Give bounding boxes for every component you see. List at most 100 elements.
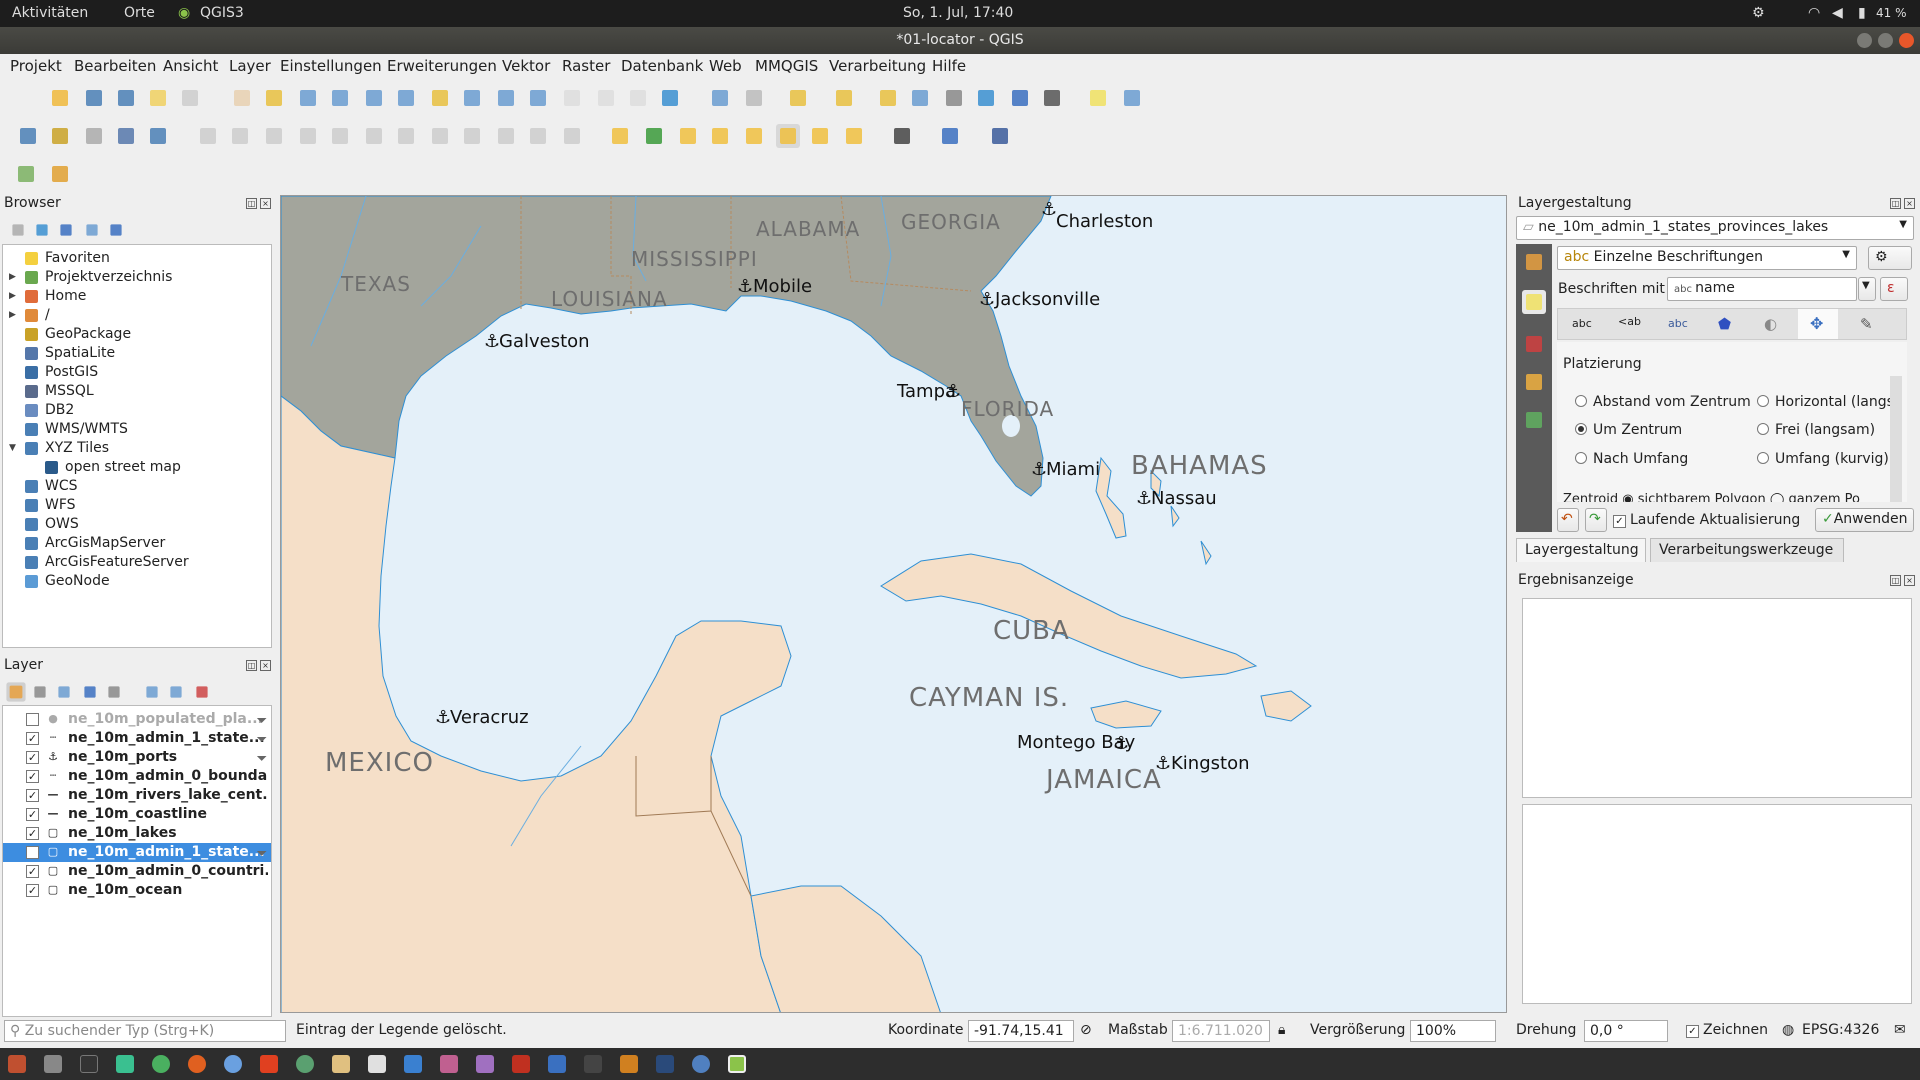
- lock-scale-icon[interactable]: 🔒︎: [1278, 1022, 1285, 1038]
- office-app-icon[interactable]: [368, 1055, 386, 1073]
- browser-item[interactable]: DB2: [3, 401, 271, 420]
- radio-around-center[interactable]: Um Zentrum: [1575, 422, 1682, 438]
- filter-icon[interactable]: ⏷: [257, 846, 267, 861]
- undo-style-button[interactable]: ↶: [1557, 508, 1579, 532]
- zoom-native-icon[interactable]: [362, 86, 386, 110]
- layer-visibility-checkbox[interactable]: ✓: [26, 827, 39, 840]
- archive-app-icon[interactable]: [332, 1055, 350, 1073]
- menu-projekt[interactable]: Projekt: [10, 57, 62, 75]
- chevron-right-icon[interactable]: ▶: [9, 291, 16, 301]
- toggle-editing-icon[interactable]: [228, 124, 252, 148]
- close-panel-icon[interactable]: ×: [260, 660, 271, 671]
- zoom-next-icon[interactable]: [526, 86, 550, 110]
- layer-row[interactable]: ✓ ▢ ne_10m_lakes: [3, 824, 271, 843]
- diagrams-tab-icon[interactable]: [1522, 370, 1546, 394]
- clock-app-icon[interactable]: [692, 1055, 710, 1073]
- filter-icon[interactable]: ⏷: [257, 732, 267, 747]
- osm-download-icon[interactable]: [890, 124, 914, 148]
- brave-app-icon[interactable]: [260, 1055, 278, 1073]
- filter-legend-icon[interactable]: [82, 684, 99, 701]
- select-features-icon[interactable]: [786, 86, 810, 110]
- background-tab-icon[interactable]: ⬟: [1718, 315, 1731, 333]
- buffer-tab[interactable]: abc: [1668, 317, 1688, 330]
- move-label-icon[interactable]: [776, 124, 800, 148]
- render-checkbox[interactable]: ✓ Zeichnen: [1686, 1022, 1768, 1038]
- layer-styling-icon[interactable]: [6, 682, 26, 702]
- select-by-value-icon[interactable]: [832, 86, 856, 110]
- layer-visibility-checkbox[interactable]: ✓: [26, 770, 39, 783]
- expression-button[interactable]: ε: [1880, 277, 1908, 301]
- zoom-out-icon[interactable]: [328, 86, 352, 110]
- browser-tree[interactable]: Favoriten ▶ Projektverzeichnis ▶ Home ▶ / GeoPa…: [2, 244, 272, 648]
- current-edits-icon[interactable]: [196, 124, 220, 148]
- copy-features-icon[interactable]: [460, 124, 484, 148]
- port-jacksonville[interactable]: ⚓ Jacksonville: [979, 289, 1100, 310]
- port-kingston[interactable]: ⚓ Kingston: [1155, 753, 1250, 774]
- save-project-icon[interactable]: [82, 86, 106, 110]
- float-panel-icon[interactable]: ◫: [1890, 198, 1901, 209]
- collapse-all-icon[interactable]: [84, 222, 101, 239]
- menu-hilfe[interactable]: Hilfe: [932, 57, 966, 75]
- globe-app-icon[interactable]: [296, 1055, 314, 1073]
- minimize-button[interactable]: [1857, 33, 1872, 48]
- port-veracruz[interactable]: ⚓Veracruz: [435, 707, 529, 728]
- tab-processing-toolbox[interactable]: Verarbeitungswerkzeuge: [1650, 538, 1844, 562]
- layer-select-combo[interactable]: ▱ ne_10m_admin_1_states_provinces_lakes ▼: [1516, 216, 1914, 240]
- clock[interactable]: So, 1. Jul, 17:40: [903, 5, 1013, 21]
- messages-icon[interactable]: ✉: [1894, 1022, 1906, 1038]
- browser-item[interactable]: ▶ Projektverzeichnis: [3, 268, 271, 287]
- chevron-right-icon[interactable]: ▶: [9, 272, 16, 282]
- map-canvas[interactable]: TEXAS LOUISIANA MISSISSIPPI ALABAMA GEOR…: [280, 195, 1507, 1013]
- labels-tab-icon[interactable]: [1522, 290, 1546, 314]
- port-montego-bay[interactable]: Montego Bay⚓: [1017, 732, 1136, 754]
- browser-item[interactable]: ArcGisMapServer: [3, 534, 271, 553]
- app-launcher-icon[interactable]: [8, 1055, 26, 1073]
- delete-selected-icon[interactable]: [394, 124, 418, 148]
- field-dropdown-button[interactable]: ▼: [1858, 277, 1876, 301]
- crs-button[interactable]: EPSG:4326: [1802, 1022, 1879, 1038]
- port-mobile[interactable]: ⚓ Mobile: [737, 276, 812, 297]
- float-panel-icon[interactable]: ◫: [246, 660, 257, 671]
- zoom-to-selection-icon[interactable]: [428, 86, 452, 110]
- menu-web[interactable]: Web: [709, 57, 742, 75]
- radio-perimeter-curved[interactable]: Umfang (kurvig): [1757, 451, 1889, 467]
- layer-row[interactable]: ✓ ▢ ne_10m_admin_1_state... ⏷: [3, 843, 271, 862]
- menu-verarbeitung[interactable]: Verarbeitung: [829, 57, 926, 75]
- scale-field[interactable]: 1:6.711.020: [1172, 1020, 1270, 1042]
- maximize-button[interactable]: [1878, 33, 1893, 48]
- word-app-icon[interactable]: [548, 1055, 566, 1073]
- add-selected-layers-icon[interactable]: [10, 222, 27, 239]
- new-bookmark-icon[interactable]: [594, 86, 618, 110]
- browser-item[interactable]: open street map: [3, 458, 271, 477]
- layer-row[interactable]: ✓ ⚓ ne_10m_ports ⏷: [3, 748, 271, 767]
- browser-item[interactable]: OWS: [3, 515, 271, 534]
- magnifier-field[interactable]: 100%: [1410, 1020, 1496, 1042]
- browser-item[interactable]: GeoPackage: [3, 325, 271, 344]
- cut-features-icon[interactable]: [428, 124, 452, 148]
- layer-visibility-checkbox[interactable]: ✓: [26, 884, 39, 897]
- apply-button[interactable]: ✓Anwenden: [1815, 508, 1914, 532]
- save-as-icon[interactable]: [114, 86, 138, 110]
- steam-app-icon[interactable]: [656, 1055, 674, 1073]
- data-source-manager-icon[interactable]: [16, 124, 40, 148]
- crs-globe-icon[interactable]: ◍: [1782, 1022, 1794, 1038]
- zoom-last-icon[interactable]: [494, 86, 518, 110]
- browser-item[interactable]: ▼ XYZ Tiles: [3, 439, 271, 458]
- text-tab[interactable]: abc: [1572, 317, 1592, 330]
- menu-einstellungen[interactable]: Einstellungen: [280, 57, 382, 75]
- new-geopackage-icon[interactable]: [48, 124, 72, 148]
- wifi-icon[interactable]: ◠: [1808, 5, 1820, 21]
- 3d-view-tab-icon[interactable]: [1522, 332, 1546, 356]
- placement-tab-icon[interactable]: ✥: [1810, 314, 1823, 333]
- deselect-icon[interactable]: [876, 86, 900, 110]
- vertex-tool-icon[interactable]: [328, 124, 352, 148]
- identify-icon[interactable]: [708, 86, 732, 110]
- browser-item[interactable]: SpatiaLite: [3, 344, 271, 363]
- port-miami[interactable]: ⚓Miami: [1031, 459, 1100, 480]
- browser-item[interactable]: WMS/WMTS: [3, 420, 271, 439]
- history-tab-icon[interactable]: [1522, 408, 1546, 432]
- rotation-field[interactable]: 0,0 °: [1584, 1020, 1668, 1042]
- new-temp-layer-icon[interactable]: [146, 124, 170, 148]
- georeferencer-icon[interactable]: [14, 162, 38, 186]
- menu-vektor[interactable]: Vektor: [502, 57, 550, 75]
